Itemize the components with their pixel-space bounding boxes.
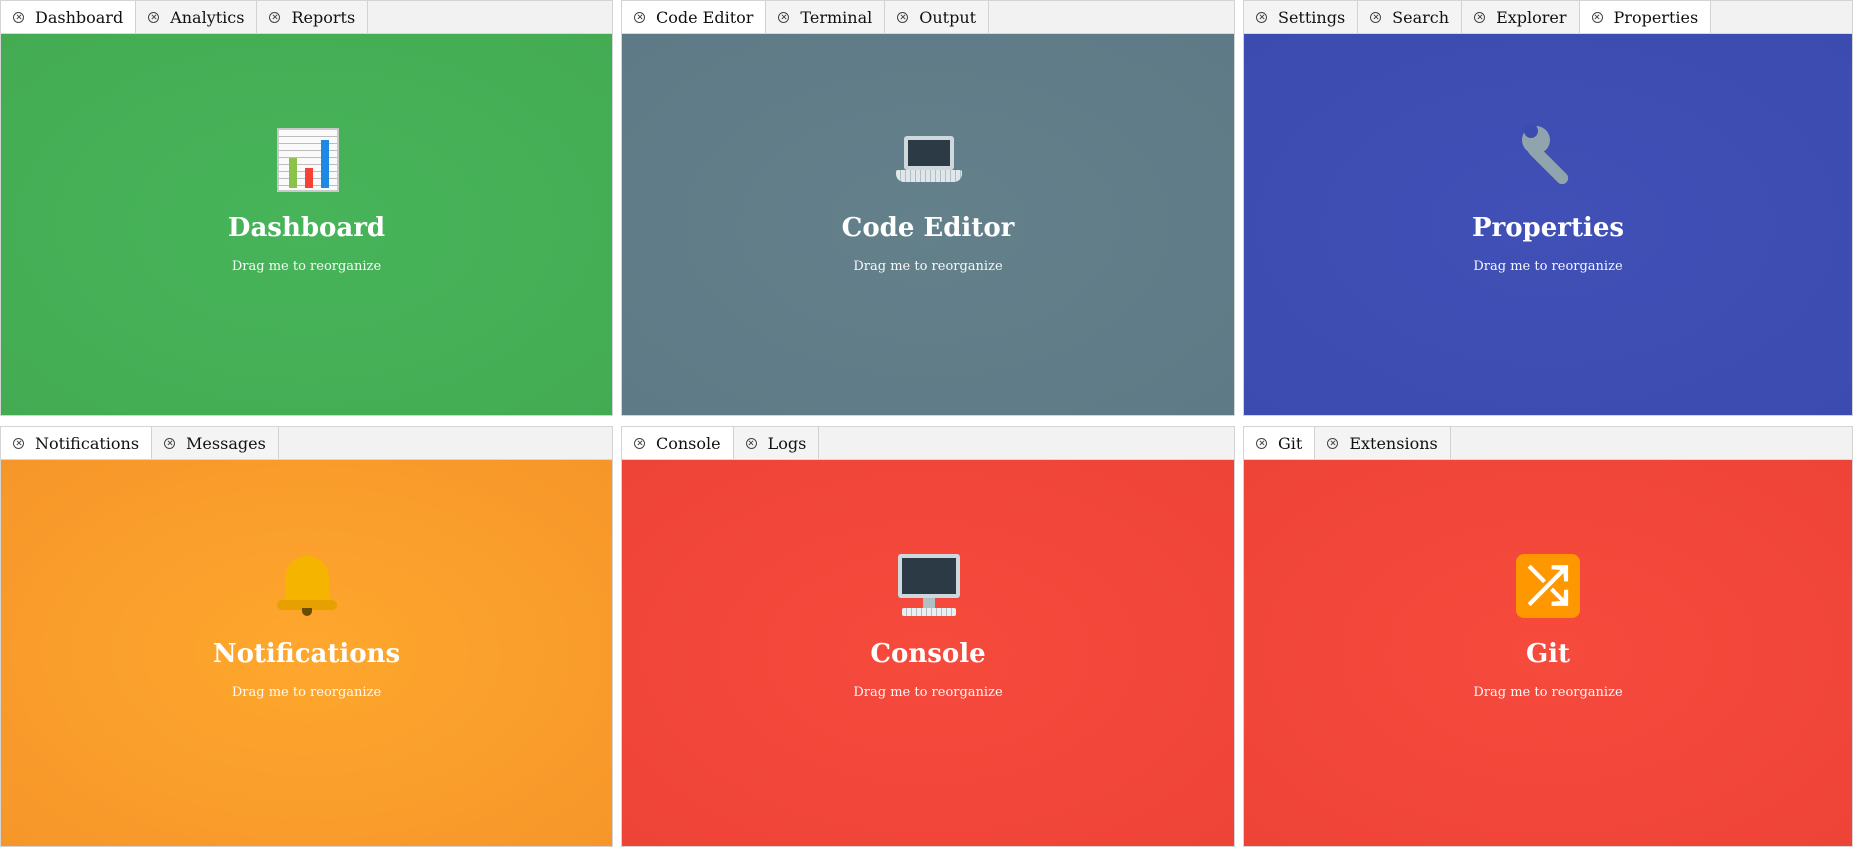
tab-dashboard[interactable]: Dashboard [1,1,137,33]
panel-title: Git [1525,639,1571,669]
close-icon[interactable] [13,437,24,449]
close-icon[interactable] [897,11,909,23]
tab-label: Extensions [1349,433,1438,453]
desktop-computer-icon [892,550,964,622]
tab-bar: Dashboard Analytics Reports [1,1,612,34]
tab-terminal[interactable]: Terminal [766,1,886,33]
tab-explorer[interactable]: Explorer [1462,1,1580,33]
close-icon[interactable] [1256,437,1267,449]
panel-title: Code Editor [841,213,1015,243]
tab-label: Analytics [170,7,245,27]
tab-label: Terminal [800,7,873,27]
tab-label: Git [1278,433,1303,453]
bell-icon [271,550,343,622]
tab-label: Notifications [35,433,140,453]
panel-console: Console Logs Console Drag me to reorgani… [621,426,1235,847]
panel-title: Notifications [212,639,401,669]
tab-properties[interactable]: Properties [1579,1,1712,33]
close-icon[interactable] [1474,11,1486,23]
close-icon[interactable] [634,437,645,449]
tab-label: Reports [291,7,356,27]
tab-bar: Git Extensions [1244,427,1852,460]
panel-title: Console [870,639,986,669]
close-icon[interactable] [745,437,757,449]
panel-git: Git Extensions ⤮ Git Drag me to reorgani… [1243,426,1853,847]
draggable-panel-content[interactable]: Properties Drag me to reorganize [1244,34,1852,415]
wrench-icon [1512,124,1584,196]
panel-notifications: Notifications Messages Notifications Dra… [0,426,613,847]
laptop-icon [892,124,964,196]
close-icon[interactable] [269,11,281,23]
drag-hint: Drag me to reorganize [853,259,1003,274]
panel-code-editor: Code Editor Terminal Output Code Editor … [621,0,1235,416]
drag-hint: Drag me to reorganize [1473,259,1623,274]
tab-console[interactable]: Console [622,427,734,459]
tab-analytics[interactable]: Analytics [136,1,258,33]
drag-hint: Drag me to reorganize [1473,685,1623,700]
draggable-panel-content[interactable]: Notifications Drag me to reorganize [1,460,612,846]
panel-title: Dashboard [227,213,386,243]
close-icon[interactable] [1591,11,1603,23]
drag-hint: Drag me to reorganize [853,685,1003,700]
tab-label: Logs [767,433,807,453]
drag-hint: Drag me to reorganize [231,259,382,274]
tab-label: Messages [186,433,266,453]
tab-logs[interactable]: Logs [733,427,820,459]
close-icon[interactable] [1256,11,1267,23]
shuffle-icon: ⤮ [1512,550,1584,622]
draggable-panel-content[interactable]: Console Drag me to reorganize [622,460,1234,846]
close-icon[interactable] [148,11,160,23]
draggable-panel-content[interactable]: Dashboard Drag me to reorganize [1,34,612,415]
tab-label: Settings [1278,7,1346,27]
tab-reports[interactable]: Reports [257,1,369,33]
tab-bar: Notifications Messages [1,427,612,460]
panel-dashboard: Dashboard Analytics Reports Dashboard Dr… [0,0,613,416]
tab-bar: Settings Search Explorer Properties [1244,1,1852,34]
tab-settings[interactable]: Settings [1244,1,1359,33]
draggable-panel-content[interactable]: ⤮ Git Drag me to reorganize [1244,460,1852,846]
tab-git[interactable]: Git [1244,427,1316,459]
tab-label: Explorer [1496,7,1567,27]
panel-properties: Settings Search Explorer Properties Prop… [1243,0,1853,416]
tab-label: Code Editor [656,7,754,27]
close-icon[interactable] [634,11,645,23]
tab-messages[interactable]: Messages [152,427,279,459]
tab-extensions[interactable]: Extensions [1315,427,1451,459]
bar-chart-icon [271,124,343,196]
close-icon[interactable] [164,437,176,449]
drag-hint: Drag me to reorganize [231,685,382,700]
close-icon[interactable] [778,11,790,23]
tab-bar: Console Logs [622,427,1234,460]
tab-label: Output [919,7,977,27]
tab-label: Search [1392,7,1450,27]
close-icon[interactable] [13,11,24,23]
draggable-panel-content[interactable]: Code Editor Drag me to reorganize [622,34,1234,415]
close-icon[interactable] [1327,437,1339,449]
tab-label: Properties [1613,7,1699,27]
tab-notifications[interactable]: Notifications [1,427,153,459]
tab-code-editor[interactable]: Code Editor [622,1,767,33]
tab-search[interactable]: Search [1358,1,1463,33]
panel-grid: Dashboard Analytics Reports Dashboard Dr… [0,0,1853,847]
close-icon[interactable] [1370,11,1382,23]
tab-output[interactable]: Output [885,1,990,33]
panel-title: Properties [1471,213,1625,243]
tab-bar: Code Editor Terminal Output [622,1,1234,34]
tab-label: Console [656,433,721,453]
tab-label: Dashboard [35,7,124,27]
